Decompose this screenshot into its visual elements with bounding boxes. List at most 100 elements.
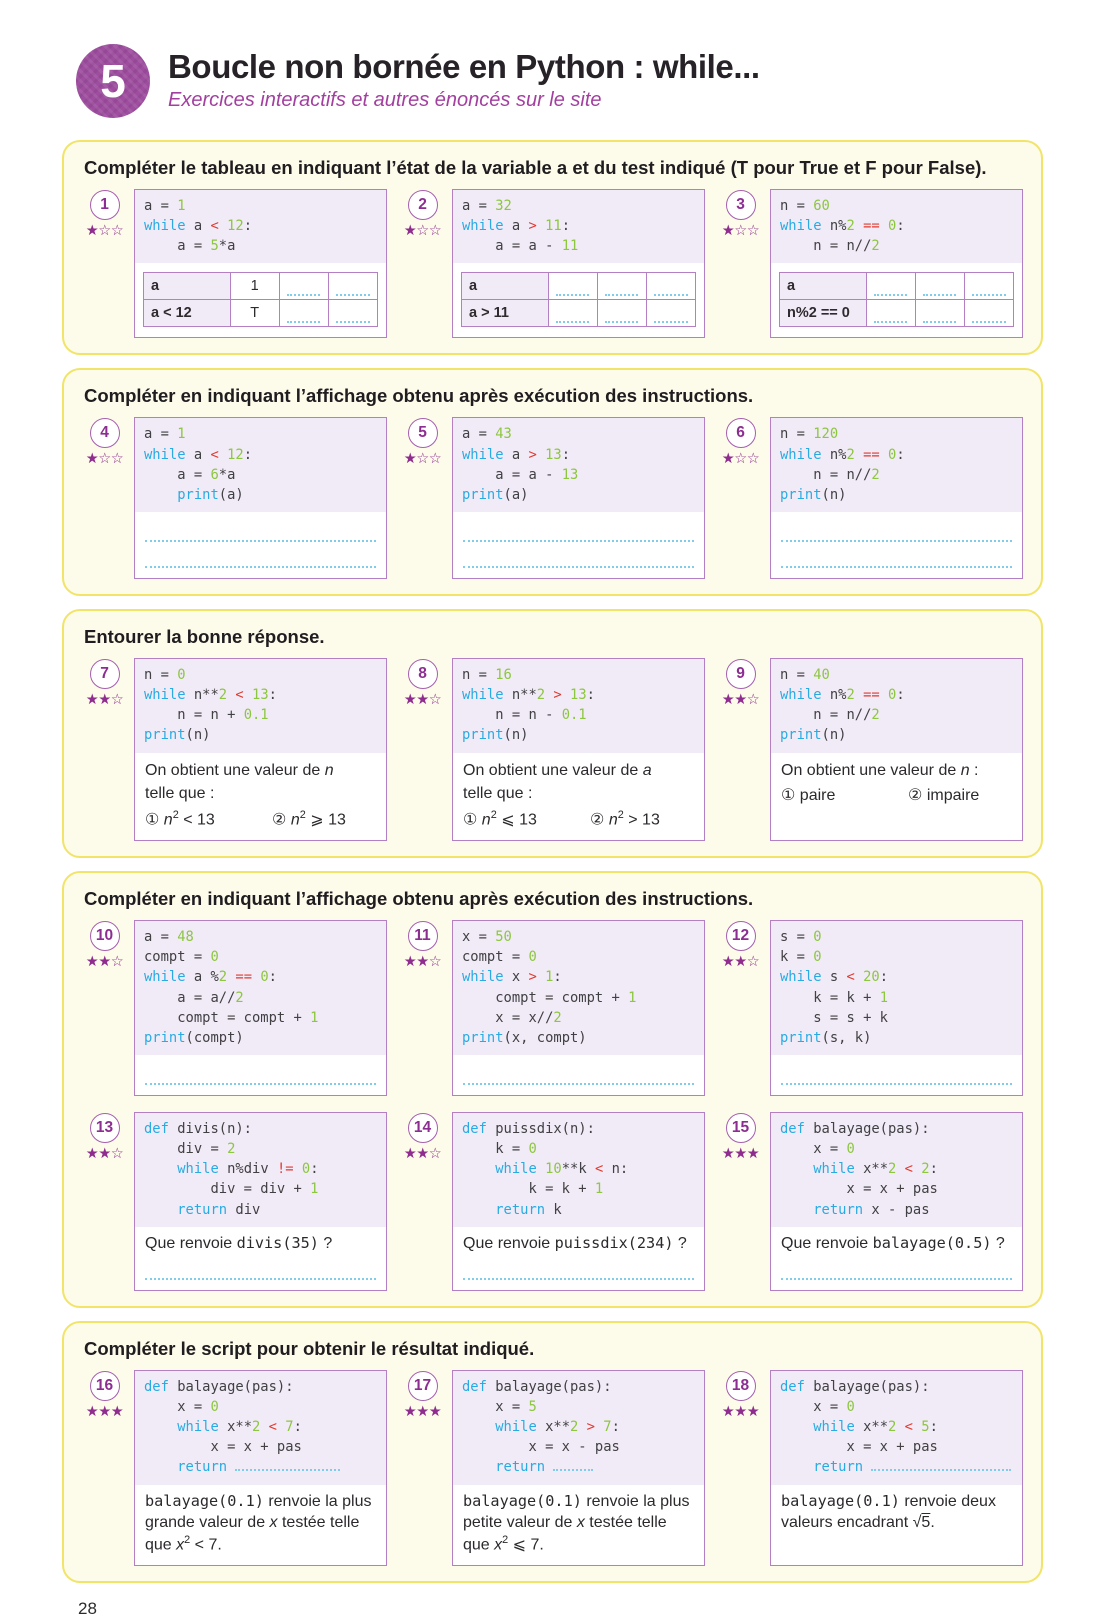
exercises-grid: 7 ★★☆ n = 0while n**2 < 13: n = n + 0.1pri… [82, 658, 1023, 841]
code-line: print(n) [780, 725, 1013, 745]
exercise-gutter: 6 ★☆☆ [718, 417, 763, 579]
code-line: x = 50 [462, 927, 695, 947]
exercise-gutter: 8★★☆ [400, 658, 445, 841]
difficulty-stars: ★★☆ [404, 954, 442, 970]
answer-blank [972, 284, 1005, 296]
table-cell [964, 273, 1013, 300]
table-cell [915, 273, 964, 300]
answer-blank [336, 311, 369, 323]
code-line: a = a//2 [144, 988, 377, 1008]
answer-line [463, 1059, 694, 1085]
answer-line [463, 1254, 694, 1280]
code-block: n = 0while n**2 < 13: n = n + 0.1print(n… [135, 659, 386, 753]
code-line: n = n//2 [780, 465, 1013, 485]
answer-line [781, 542, 1012, 568]
exercise-card: 7★★☆n = 0while n**2 < 13: n = n + 0.1pri… [82, 658, 387, 841]
exercise-number-badge: 6 [726, 418, 756, 448]
code-line: k = 0 [780, 947, 1013, 967]
exercise-gutter: 12★★☆ [718, 920, 763, 1096]
code-line: div = 2 [144, 1139, 377, 1159]
answer-line [781, 516, 1012, 542]
exercise-number-badge: 7 [90, 659, 120, 689]
exercise-number-badge: 17 [408, 1371, 438, 1401]
code-block: a = 1while a < 12: a = 5*a [135, 190, 386, 263]
code-line: return div [144, 1200, 377, 1220]
exercise-box: a = 32while a > 11: a = a - 11aa > 11 [452, 189, 705, 338]
difficulty-stars: ★☆☆ [86, 223, 124, 239]
code-block: def balayage(pas): x = 0 while x**2 < 5:… [771, 1371, 1022, 1485]
exercise-card: 6 ★☆☆ n = 120while n%2 == 0: n = n//2print… [718, 417, 1023, 579]
code-line: while n**2 < 13: [144, 685, 377, 705]
exercise-box: n = 60while n%2 == 0: n = n//2an%2 == 0 [770, 189, 1023, 338]
exercise-box: def balayage(pas): x = 0 while x**2 < 2:… [770, 1112, 1023, 1291]
code-line: k = k + 1 [780, 988, 1013, 1008]
choice-option: ② n2 > 13 [590, 808, 660, 830]
code-line: def divis(n): [144, 1119, 377, 1139]
answer-line [145, 1059, 376, 1085]
note-text: balayage(0.1) renvoie deux valeurs encad… [781, 1491, 1012, 1533]
table-cell [279, 273, 328, 300]
exercise-box: n = 120while n%2 == 0: n = n//2print(n) [770, 417, 1023, 579]
table-cell: 1 [230, 273, 279, 300]
code-line: a = 6*a [144, 465, 377, 485]
answer-blank [605, 311, 638, 323]
answer-line [145, 542, 376, 568]
code-block: n = 40while n%2 == 0: n = n//2print(n) [771, 659, 1022, 753]
exercise-number-badge: 12 [726, 921, 756, 951]
question-text: Que renvoie balayage(0.5) ? [781, 1233, 1012, 1254]
difficulty-stars: ★★☆ [404, 692, 442, 708]
exercise-box: def divis(n): div = 2 while n%div != 0: … [134, 1112, 387, 1291]
choice-lead: On obtient une valeur de n : [781, 760, 1012, 781]
table-row: a < 12T [144, 300, 378, 327]
code-line: while x > 1: [462, 967, 695, 987]
code-line: while 10**k < n: [462, 1159, 695, 1179]
table-cell [328, 300, 377, 327]
exercise-number-badge: 15 [726, 1113, 756, 1143]
answer-blank [556, 311, 589, 323]
code-line: print(n) [780, 485, 1013, 505]
code-block: def puissdix(n): k = 0 while 10**k < n: … [453, 1113, 704, 1227]
answer-line [781, 1059, 1012, 1085]
section-instruction: Compléter en indiquant l’affichage obten… [84, 385, 1023, 407]
difficulty-stars: ★★☆ [86, 954, 124, 970]
difficulty-stars: ★★★ [86, 1404, 124, 1420]
row-label: n%2 == 0 [780, 300, 867, 327]
code-block: def balayage(pas): x = 0 while x**2 < 7:… [135, 1371, 386, 1485]
question-zone: Que renvoie puissdix(234) ? [453, 1227, 704, 1290]
question-text: Que renvoie puissdix(234) ? [463, 1233, 694, 1254]
exercises-grid: 1 ★☆☆ a = 1while a < 12: a = 5*aa1a < 12T 2… [82, 189, 1023, 338]
table-row: a [462, 273, 696, 300]
difficulty-stars: ★★★ [722, 1404, 760, 1420]
difficulty-stars: ★☆☆ [722, 451, 760, 467]
row-label: a > 11 [462, 300, 549, 327]
exercise-section: Entourer la bonne réponse.7★★☆n = 0while… [62, 609, 1043, 858]
answer-line [463, 542, 694, 568]
exercise-number-badge: 10 [90, 921, 120, 951]
exercise-section: Compléter le tableau en indiquant l’état… [62, 140, 1043, 355]
code-line: n = 16 [462, 665, 695, 685]
code-line: while x**2 < 5: [780, 1417, 1013, 1437]
chapter-titles: Boucle non bornée en Python : while... E… [168, 50, 760, 112]
choice-option: ① n2 < 13 [145, 808, 272, 830]
state-table: an%2 == 0 [779, 272, 1014, 327]
table-cell [866, 273, 915, 300]
exercises-grid: 10★★☆a = 48compt = 0while a %2 == 0: a =… [82, 920, 1023, 1291]
answer-blank [336, 284, 369, 296]
table-cell [646, 273, 695, 300]
difficulty-stars: ★★★ [404, 1404, 442, 1420]
code-line: print(x, compt) [462, 1028, 695, 1048]
exercise-box: n = 16while n**2 > 13: n = n - 0.1print(… [452, 658, 705, 841]
choice-option: ① paire [781, 785, 908, 806]
choice-zone: On obtient une valeur de atelle que :① n… [453, 753, 704, 841]
page-subtitle: Exercices interactifs et autres énoncés … [168, 89, 760, 112]
code-line: n = n//2 [780, 705, 1013, 725]
choice-lead: telle que : [463, 783, 694, 804]
note-text: balayage(0.1) renvoie la plus grande val… [145, 1491, 376, 1556]
exercise-number-badge: 2 [408, 190, 438, 220]
code-line: while s < 20: [780, 967, 1013, 987]
state-table-wrap: a1a < 12T [135, 263, 386, 337]
table-row: n%2 == 0 [780, 300, 1014, 327]
choice-options: ① n2 ⩽ 13② n2 > 13 [463, 808, 694, 830]
exercise-card: 3★☆☆n = 60while n%2 == 0: n = n//2an%2 =… [718, 189, 1023, 338]
exercise-number-badge: 4 [90, 418, 120, 448]
